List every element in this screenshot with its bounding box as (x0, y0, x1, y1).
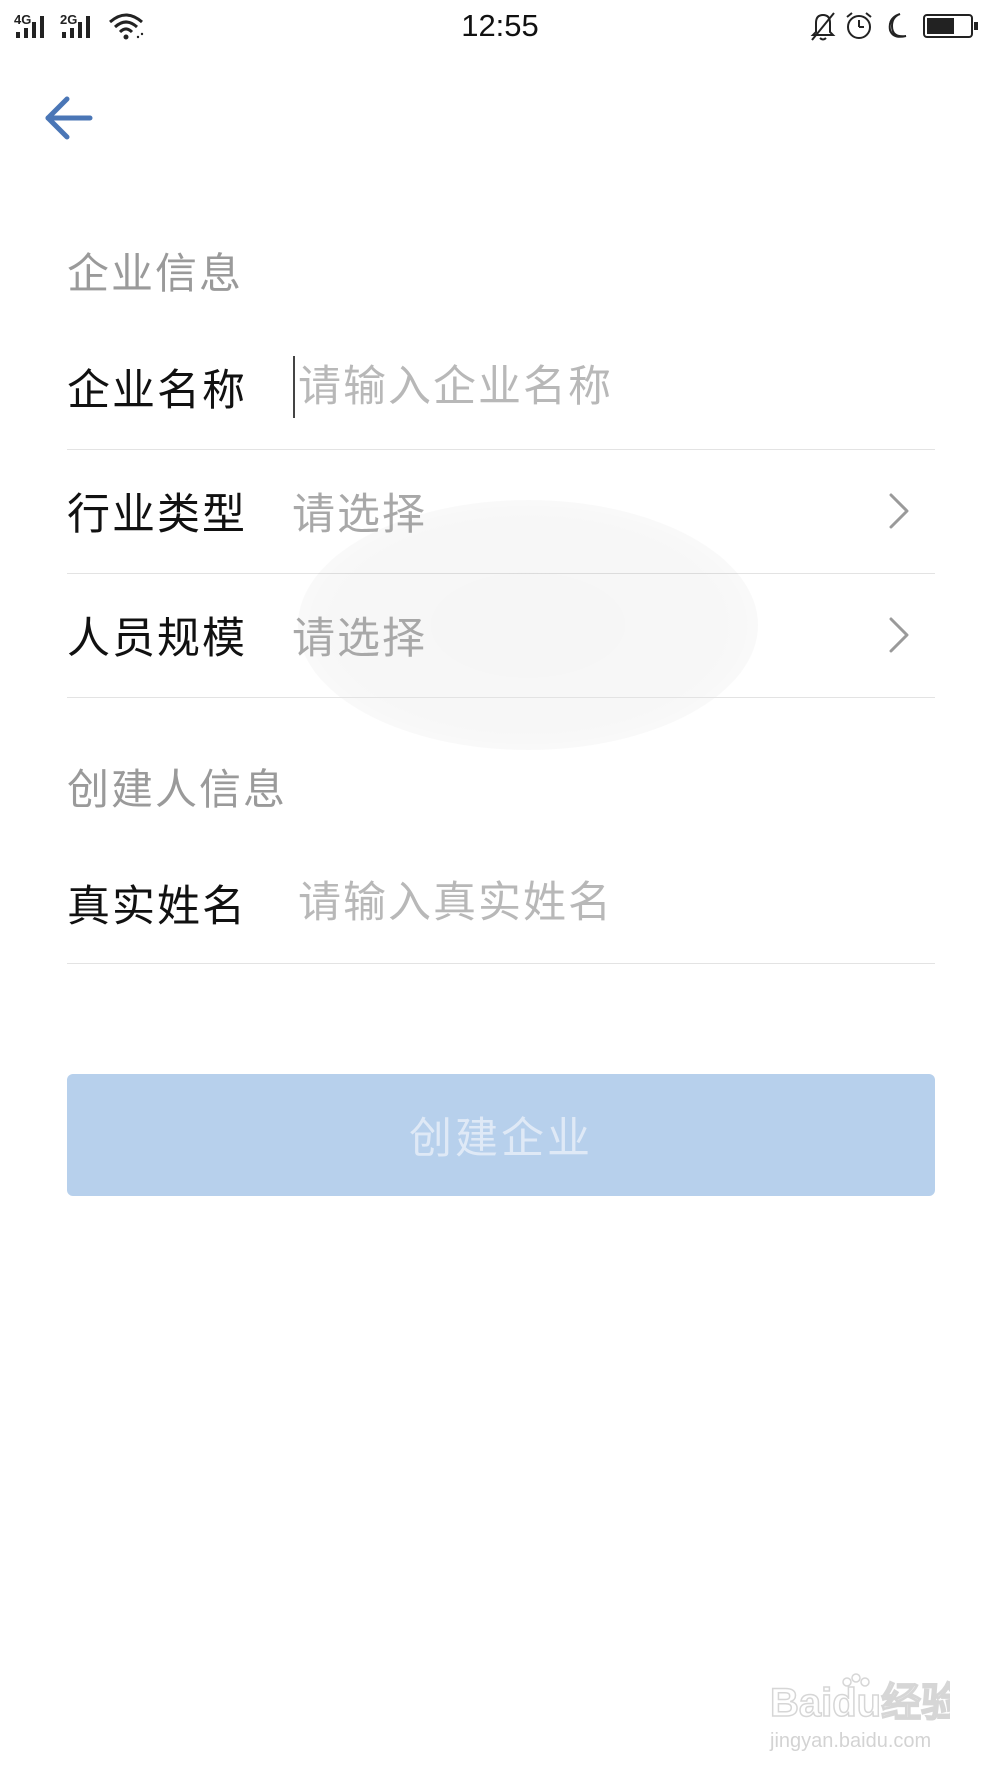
moon-icon (880, 10, 910, 46)
company-name-row: 企业名称 (67, 325, 935, 450)
real-name-label: 真实姓名 (67, 882, 247, 932)
staff-size-label: 人员规模 (67, 614, 247, 664)
status-bar: 4G 2G 12:55 (0, 0, 1000, 56)
company-name-label: 企业名称 (67, 366, 247, 416)
staff-size-value: 请选择 (292, 614, 427, 664)
bell-off-icon (808, 10, 838, 46)
watermark-brand-text: Baidu经验 (770, 1681, 950, 1725)
chevron-right-icon (889, 617, 909, 653)
arrow-left-icon (45, 96, 93, 140)
create-company-button[interactable]: 创建企业 (67, 1074, 935, 1196)
alarm-icon (844, 10, 874, 46)
company-name-input[interactable] (292, 355, 858, 419)
watermark-url: jingyan.baidu.com (770, 1730, 932, 1752)
section-title-creator-info: 创建人信息 (67, 765, 288, 814)
real-name-row: 真实姓名 (67, 843, 935, 964)
baidu-paw-logo-icon: Baidu经验 (769, 1673, 962, 1726)
back-button[interactable] (40, 90, 96, 146)
baidu-jingyan-watermark: Baidu经验 jingyan.baidu.com (769, 1670, 962, 1760)
chevron-right-icon (889, 493, 909, 529)
industry-type-value: 请选择 (292, 490, 427, 540)
battery-icon (922, 12, 980, 44)
staff-size-row[interactable]: 人员规模 请选择 (67, 573, 935, 698)
industry-type-row[interactable]: 行业类型 请选择 (67, 449, 935, 574)
section-title-company-info: 企业信息 (67, 249, 244, 298)
real-name-input[interactable] (292, 871, 858, 935)
industry-type-label: 行业类型 (67, 490, 247, 540)
